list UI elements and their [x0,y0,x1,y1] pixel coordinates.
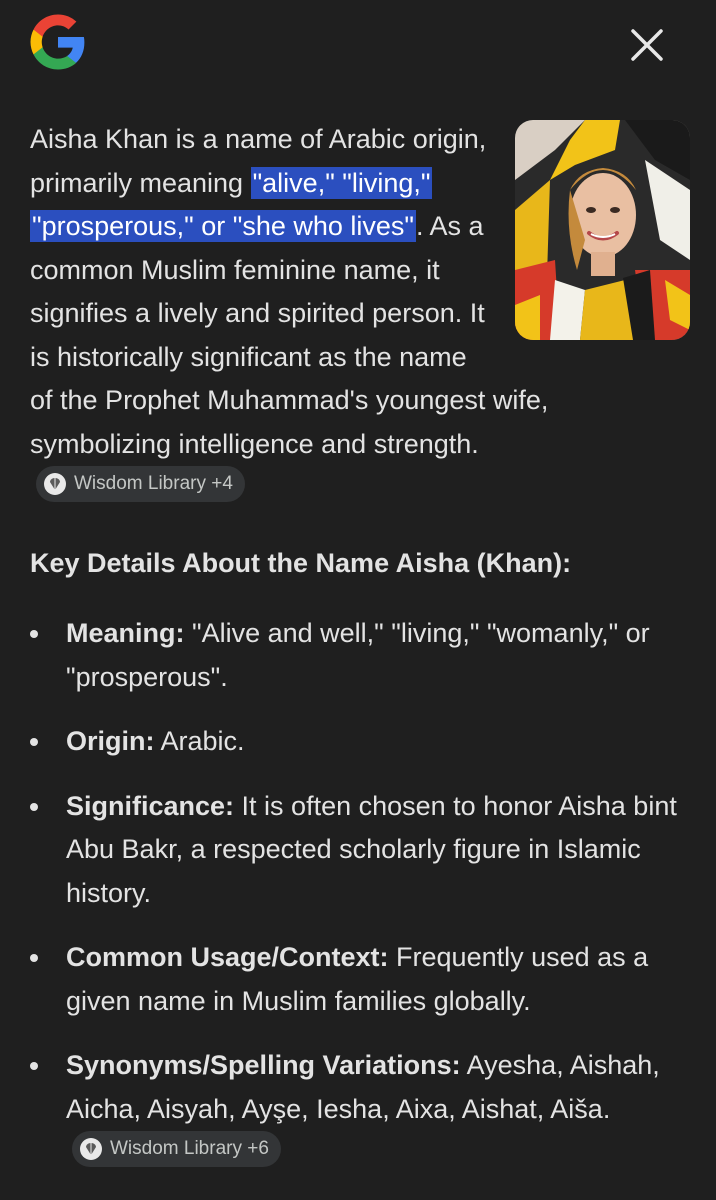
top-bar [0,0,716,90]
list-item-usage: Common Usage/Context: Frequently used as… [30,936,690,1023]
portrait-image[interactable] [515,120,690,340]
summary-text-rest: . As a common Muslim feminine name, it s… [30,211,549,459]
bullet-icon [30,1062,38,1070]
list-item-meaning: Meaning: "Alive and well," "living," "wo… [30,612,690,699]
list-item-synonyms: Synonyms/Spelling Variations: Ayesha, Ai… [30,1044,690,1177]
source-chip[interactable]: Wisdom Library +6 [72,1131,281,1167]
item-label: Significance: [66,790,235,821]
google-logo-icon[interactable] [28,12,88,72]
person-photo [515,120,690,340]
source-chip[interactable]: Wisdom Library +4 [36,466,245,502]
bullet-icon [30,630,38,638]
item-label: Origin: [66,726,155,756]
details-list: Meaning: "Alive and well," "living," "wo… [30,612,690,1198]
bullet-icon [30,738,38,746]
source-chip-label: Wisdom Library +6 [110,1138,269,1159]
wisdom-library-icon [80,1138,102,1160]
source-chip-label: Wisdom Library +4 [74,473,233,494]
ai-summary: Aisha Khan is a name of Arabic origin, p… [30,118,690,512]
list-item-origin: Origin: Arabic. [30,720,690,764]
bullet-icon [30,954,38,962]
item-label: Meaning: [66,618,185,648]
wisdom-library-icon [44,473,66,495]
details-heading: Key Details About the Name Aisha (Khan): [30,548,572,578]
bullet-icon [30,802,38,811]
close-button[interactable] [622,20,672,70]
list-item-significance: Significance: It is often chosen to hono… [30,785,690,916]
item-text: Arabic. [154,726,245,756]
close-icon [631,29,663,61]
item-label: Common Usage/Context: [66,942,389,972]
item-label: Synonyms/Spelling Variations: [66,1050,461,1080]
